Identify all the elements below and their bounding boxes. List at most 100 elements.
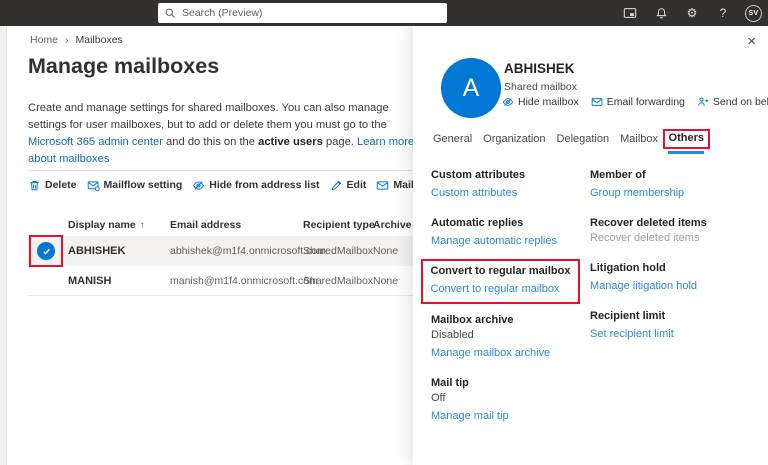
cell-recipient-type: SharedMailbox [303,275,373,287]
section-convert-to-regular-mailbox: Convert to regular mailbox Convert to re… [431,264,590,298]
top-app-bar: ⚙ ? SV [0,0,768,26]
tab-organization[interactable]: Organization [483,131,545,147]
hide-mailbox-button[interactable]: Hide mailbox [502,96,579,108]
section-title: Mailbox archive [431,313,590,328]
mailbox-table: Display name ↑ Email address Recipient ty… [28,214,413,296]
gear-icon[interactable]: ⚙ [683,4,701,22]
active-users-text: active users [258,136,323,148]
sort-ascending-icon: ↑ [140,220,145,231]
section-mailbox-archive: Mailbox archive Disabled Manage mailbox … [431,313,590,361]
tab-general[interactable]: General [433,131,472,147]
section-automatic-replies: Automatic replies Manage automatic repli… [431,216,590,249]
section-title: Member of [590,168,755,183]
section-title: Recover deleted items [590,216,755,231]
description-text: page. [323,136,357,148]
collapsed-nav-rail [0,26,7,465]
recover-deleted-items-disabled: Recover deleted items [590,231,755,246]
trash-icon [28,179,41,192]
avatar: A [441,58,501,118]
edit-icon [330,179,343,192]
send-on-behalf-button[interactable]: Send on behalf [697,96,768,108]
action-label: Send on behalf [713,96,768,108]
mail-tip-value: Off [431,391,590,406]
admin-center-link[interactable]: Microsoft 365 admin center [28,136,163,148]
cell-display-name: ABHISHEK [68,245,125,257]
mailbox-type-label: Shared mailbox [504,81,577,93]
section-litigation-hold: Litigation hold Manage litigation hold [590,261,755,294]
section-title: Litigation hold [590,261,755,276]
convert-to-regular-mailbox-link[interactable]: Convert to regular mailbox [431,283,560,295]
tab-mailbox[interactable]: Mailbox [620,131,658,147]
hide-from-address-list-button[interactable]: Hide from address list [192,179,319,192]
account-avatar[interactable]: SV [745,5,762,22]
breadcrumb-home[interactable]: Home [30,34,58,46]
tab-others[interactable]: Others [669,130,703,148]
column-display-name[interactable]: Display name ↑ [68,219,145,231]
column-email[interactable]: Email address [170,219,241,231]
tab-delegation[interactable]: Delegation [557,131,610,147]
delete-button[interactable]: Delete [28,179,77,192]
edit-button[interactable]: Edit [330,179,367,192]
section-title: Recipient limit [590,309,755,324]
section-title: Mail tip [431,376,590,391]
annotation-box-others-tab: Others [663,129,710,149]
table-header-row: Display name ↑ Email address Recipient ty… [28,214,413,236]
panel-action-bar: Hide mailbox Email forwarding Send on be… [502,96,768,108]
envelope-icon [591,96,603,108]
mailbox-toolbar: Delete Mailflow setting Hide from addres… [28,176,428,194]
cell-recipient-type: SharedMailbox [303,245,373,257]
tab-label: Others [669,132,704,144]
group-membership-link[interactable]: Group membership [590,187,684,199]
annotation-box-selected-row [29,235,63,267]
manage-litigation-hold-link[interactable]: Manage litigation hold [590,280,697,292]
global-search[interactable] [158,3,447,23]
panel-tabs: General Organization Delegation Mailbox … [433,130,703,148]
section-recipient-limit: Recipient limit Set recipient limit [590,309,755,342]
custom-attributes-link[interactable]: Custom attributes [431,187,517,199]
email-forwarding-button[interactable]: Email forwarding [591,96,685,108]
others-tab-content: Custom attributes Custom attributes Auto… [431,168,761,439]
table-row-manish[interactable]: MANISH manish@m1f4.onmicrosoft.com Share… [28,266,413,296]
chevron-right-icon: › [65,34,69,46]
table-row-abhishek[interactable]: ABHISHEK abhishek@m1f4.onmicrosoft.com S… [28,236,413,266]
mailflow-setting-button[interactable]: Mailflow setting [87,179,183,192]
manage-mailbox-archive-link[interactable]: Manage mailbox archive [431,347,550,359]
breadcrumb-current: Mailboxes [76,34,123,46]
window-icon[interactable] [621,4,639,22]
envelope-icon [376,179,389,192]
row-selected-checkbox[interactable] [37,242,55,260]
page-description: Create and manage settings for shared ma… [28,100,420,168]
mailbox-name: ABHISHEK [504,61,575,76]
search-input[interactable] [182,7,441,19]
toolbar-label: Hide from address list [209,179,319,191]
cell-email: manish@m1f4.onmicrosoft.com [170,275,318,287]
action-label: Email forwarding [607,96,685,108]
section-recover-deleted-items: Recover deleted items Recover deleted it… [590,216,755,246]
column-recipient-type[interactable]: Recipient type [303,219,375,231]
set-recipient-limit-link[interactable]: Set recipient limit [590,328,674,340]
manage-automatic-replies-link[interactable]: Manage automatic replies [431,235,557,247]
checkmark-icon [41,246,52,257]
description-text: Create and manage settings for shared ma… [28,102,389,131]
cell-display-name: MANISH [68,275,111,287]
section-mail-tip: Mail tip Off Manage mail tip [431,376,590,424]
annotation-box-convert-section: Convert to regular mailbox Convert to re… [421,259,581,304]
person-arrow-icon [697,96,709,108]
archive-status-value: Disabled [431,328,590,343]
action-label: Hide mailbox [518,96,579,108]
active-tab-indicator [668,151,704,154]
mailflow-icon [87,179,100,192]
mailbox-details-panel: × A ABHISHEK Shared mailbox Hide mailbox… [413,26,768,465]
close-icon[interactable]: × [747,34,756,49]
toolbar-label: Edit [347,179,367,191]
section-title: Automatic replies [431,216,590,231]
section-title: Custom attributes [431,168,590,183]
eye-off-icon [502,96,514,108]
column-label: Display name [68,219,136,231]
manage-mail-tip-link[interactable]: Manage mail tip [431,410,509,422]
breadcrumb: Home › Mailboxes [30,34,123,46]
bell-icon[interactable] [652,4,670,22]
section-member-of: Member of Group membership [590,168,755,201]
help-icon[interactable]: ? [714,4,732,22]
toolbar-label: Delete [45,179,77,191]
